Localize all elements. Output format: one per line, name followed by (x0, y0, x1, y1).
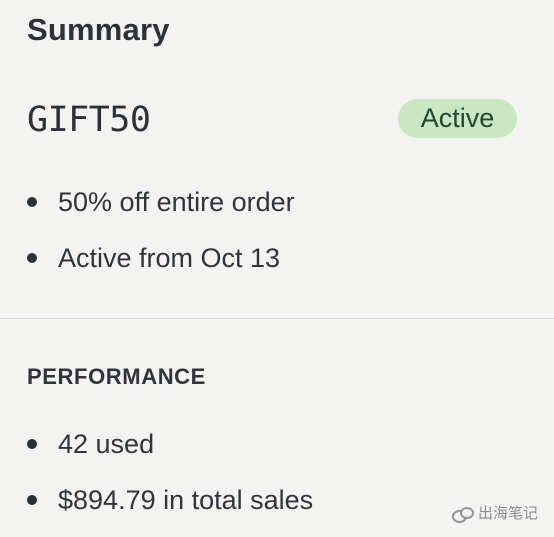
wechat-icon (451, 506, 474, 523)
performance-heading: PERFORMANCE (27, 364, 206, 389)
bullet-icon (27, 253, 37, 263)
bullet-icon (27, 197, 37, 207)
discount-code: GIFT50 (27, 100, 151, 140)
watermark: 出海笔记 (451, 505, 538, 523)
watermark-text: 出海笔记 (477, 505, 538, 522)
performance-item-text: $894.79 in total sales (58, 485, 314, 515)
bullet-icon (27, 439, 37, 449)
discount-summary-card: Summary GIFT50 Active 50% off entire ord… (0, 0, 554, 536)
summary-section: Summary GIFT50 Active 50% off entire ord… (0, 0, 554, 318)
summary-detail-text: Active from Oct 13 (58, 243, 281, 273)
status-badge: Active (398, 99, 517, 138)
discount-code-row: GIFT50 Active (27, 96, 517, 146)
summary-detail-text: 50% off entire order (58, 187, 295, 217)
performance-item-text: 42 used (58, 429, 155, 459)
bullet-icon (27, 495, 37, 505)
summary-title: Summary (27, 12, 170, 47)
section-divider (0, 318, 554, 319)
